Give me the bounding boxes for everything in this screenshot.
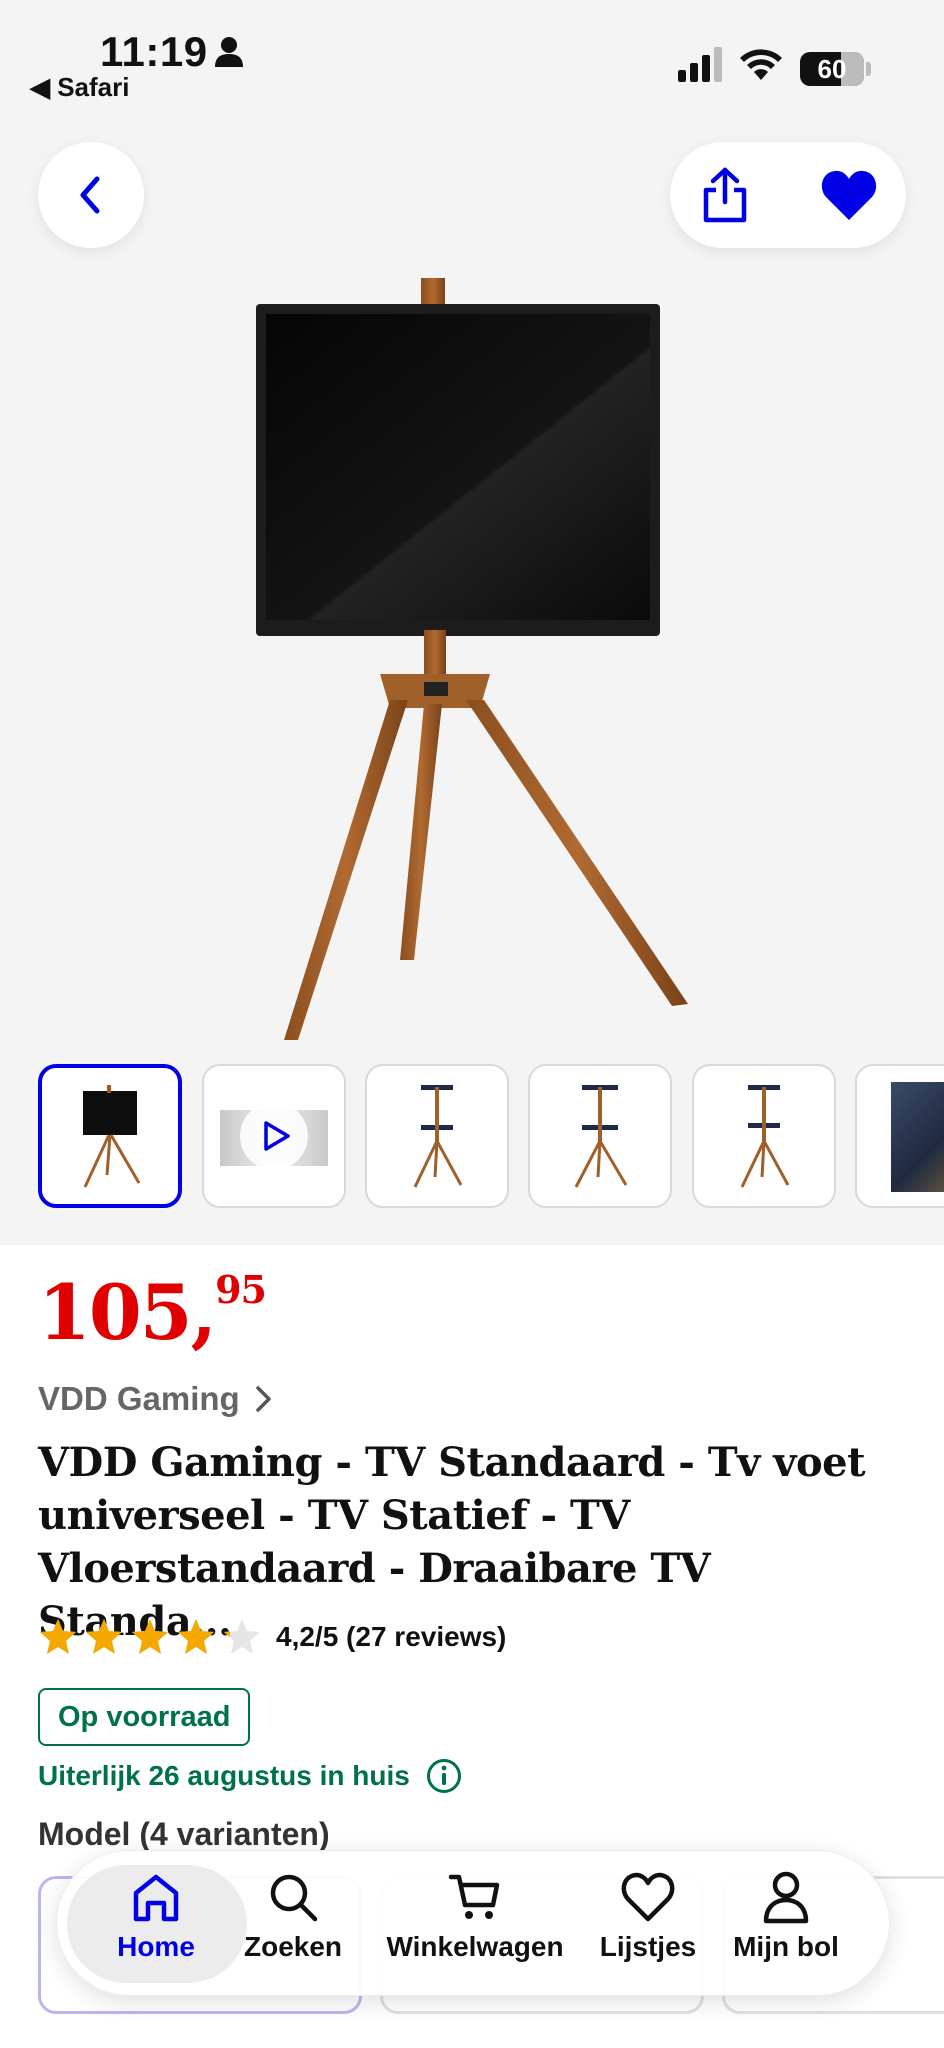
- star-icon: [40, 1619, 76, 1654]
- product-page: 11:19 ◀ Safari 60 105,95 VDD Gaming VDD …: [0, 0, 944, 2048]
- star-icon: [86, 1619, 122, 1654]
- search-icon: [270, 1874, 318, 1922]
- status-bar: 11:19 ◀ Safari 60: [0, 0, 944, 110]
- price-cents: 95: [215, 1267, 267, 1312]
- thumbnail-5[interactable]: [692, 1064, 836, 1208]
- favorite-heart-icon[interactable]: [820, 168, 878, 222]
- brand-name: VDD Gaming: [38, 1380, 240, 1417]
- delivery-text: Uiterlijk 26 augustus in huis: [38, 1760, 410, 1791]
- clock: 11:19: [100, 28, 208, 75]
- nav-label: Zoeken: [243, 1931, 343, 1962]
- cart-icon: [448, 1874, 500, 1919]
- person-icon: [215, 37, 243, 67]
- battery-icon: 60: [800, 52, 864, 86]
- back-to-safari[interactable]: ◀ Safari: [30, 72, 129, 103]
- user-icon: [763, 1871, 809, 1924]
- info-icon[interactable]: [426, 1758, 462, 1794]
- rating-text: 4,2/5 (27 reviews): [276, 1621, 507, 1652]
- star-icon: [178, 1619, 214, 1654]
- nav-item-home[interactable]: Home: [101, 1869, 211, 1981]
- thumbnail-video[interactable]: [202, 1064, 346, 1208]
- bottom-navigation: Home Zoeken Winkelwagen Lijstjes Mijn bo…: [56, 1850, 890, 1996]
- nav-label: Mijn bol: [733, 1931, 839, 1962]
- thumbnail-image: [413, 1085, 463, 1188]
- star-icon: [132, 1619, 168, 1654]
- nav-label: Lijstjes: [599, 1931, 697, 1962]
- action-pill: [670, 142, 906, 248]
- star-icon: [224, 1619, 260, 1654]
- chevron-right-icon: [255, 1386, 271, 1412]
- cellular-signal-icon: [678, 47, 722, 82]
- thumbnail-image: [83, 1085, 141, 1188]
- share-icon[interactable]: [698, 166, 752, 224]
- nav-item-zoeken[interactable]: Zoeken: [233, 1869, 353, 1981]
- chevron-left-icon: [80, 176, 100, 214]
- thumbnail-image: [740, 1085, 790, 1188]
- thumbnail-4[interactable]: [528, 1064, 672, 1208]
- product-hero: 11:19 ◀ Safari 60: [0, 0, 944, 1245]
- product-image[interactable]: [240, 270, 710, 1050]
- wifi-icon: [740, 49, 782, 80]
- price-whole: 105,: [38, 1268, 217, 1357]
- battery-level: 60: [817, 54, 847, 84]
- thumbnail-3[interactable]: [365, 1064, 509, 1208]
- play-icon: [240, 1102, 308, 1170]
- brand-link[interactable]: VDD Gaming: [38, 1380, 274, 1418]
- delivery-info: Uiterlijk 26 augustus in huis: [38, 1758, 462, 1794]
- nav-item-lijstjes[interactable]: Lijstjes: [593, 1869, 703, 1981]
- back-button[interactable]: [38, 142, 144, 248]
- nav-label: Winkelwagen: [386, 1931, 564, 1962]
- home-icon: [133, 1874, 179, 1922]
- thumbnail-6[interactable]: [855, 1064, 944, 1208]
- nav-item-winkelwagen[interactable]: Winkelwagen: [375, 1869, 575, 1981]
- star-rating: [38, 1617, 262, 1657]
- thumbnail-image: [574, 1085, 628, 1188]
- thumbnail-strip[interactable]: [0, 1064, 944, 1210]
- model-heading: Model (4 varianten): [38, 1816, 330, 1852]
- heart-outline-icon: [621, 1872, 675, 1922]
- product-price: 105,95: [38, 1267, 267, 1357]
- nav-label: Home: [117, 1931, 195, 1962]
- thumbnail-1[interactable]: [38, 1064, 182, 1208]
- nav-item-mijn-bol[interactable]: Mijn bol: [721, 1869, 851, 1981]
- rating[interactable]: 4,2/5 (27 reviews): [38, 1614, 506, 1660]
- stock-badge: Op voorraad: [38, 1688, 251, 1746]
